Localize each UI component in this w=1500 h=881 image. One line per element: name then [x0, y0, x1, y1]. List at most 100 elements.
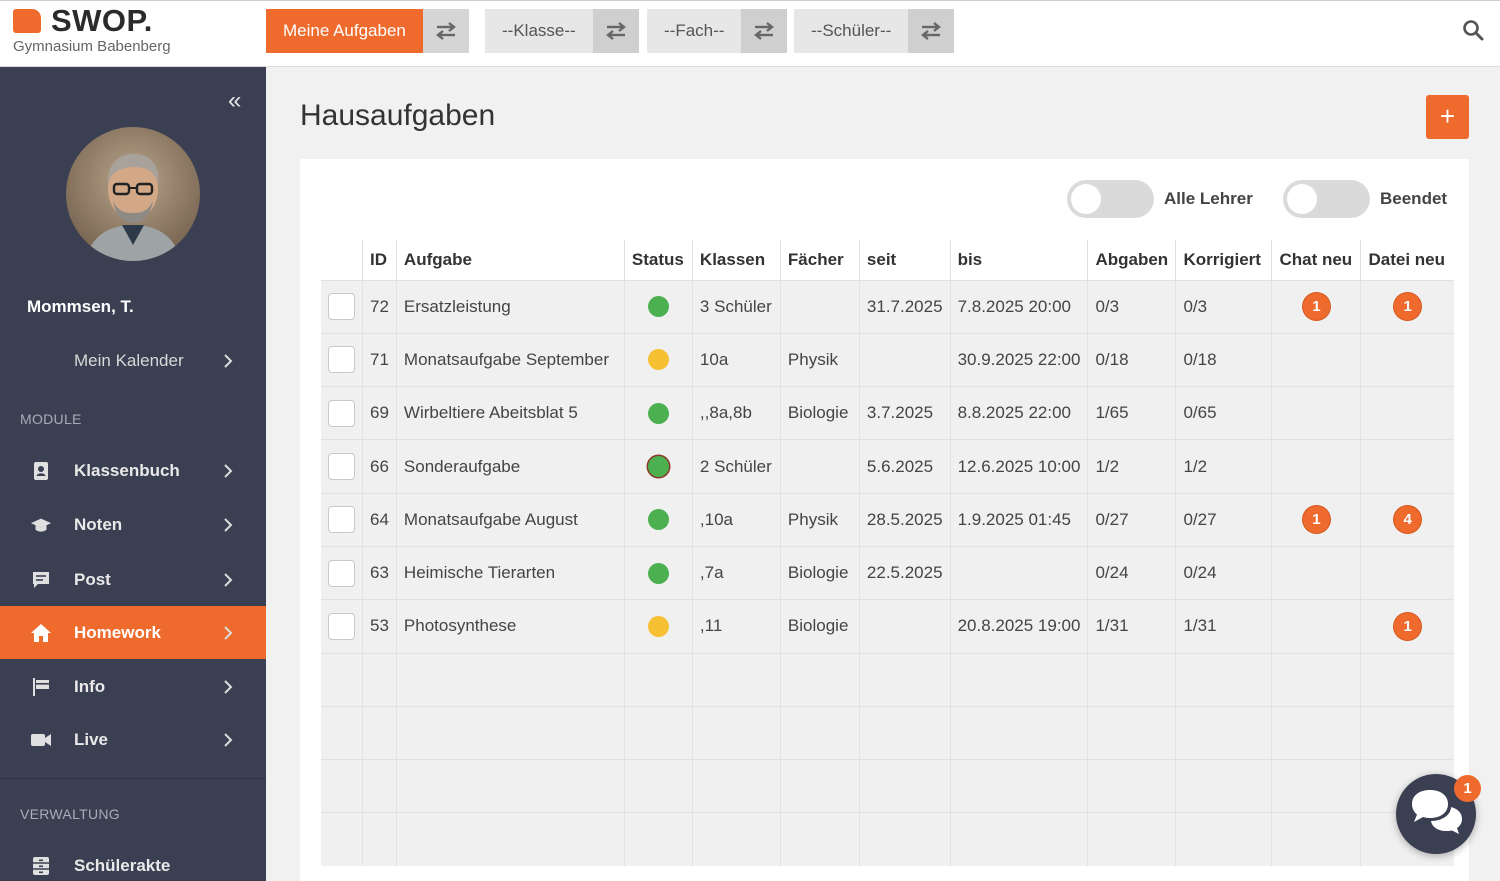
- empty-cell: [362, 706, 397, 760]
- cell-since: 28.5.2025: [858, 493, 951, 547]
- cell-subject: [779, 439, 860, 494]
- column-header[interactable]: Status: [623, 240, 693, 280]
- logo[interactable]: SWOP. Gymnasium Babenberg: [13, 3, 253, 63]
- column-header[interactable]: [321, 240, 363, 280]
- filter-select[interactable]: --Klasse--: [485, 9, 593, 53]
- cell-task[interactable]: Photosynthese: [395, 599, 625, 654]
- file-new-badge[interactable]: 1: [1394, 293, 1422, 321]
- cell-classes: ,11: [691, 599, 781, 654]
- column-header[interactable]: Datei neu: [1360, 240, 1454, 280]
- filter-select[interactable]: --Schüler--: [794, 9, 909, 53]
- cell-task[interactable]: Monatsaufgabe September: [395, 333, 625, 387]
- page-title: Hausaufgaben: [300, 99, 496, 132]
- swap-arrows-icon[interactable]: [741, 9, 788, 53]
- sidebar-item-noten[interactable]: Noten: [0, 498, 266, 551]
- cell-task[interactable]: Heimische Tierarten: [395, 546, 625, 600]
- cell-since: [858, 333, 951, 387]
- toggle-beendet[interactable]: [1283, 180, 1370, 218]
- chevron-right-icon: [222, 623, 234, 643]
- cell-task[interactable]: Sonderaufgabe: [395, 439, 625, 494]
- cell-corrected: 0/24: [1175, 546, 1272, 600]
- select-cell: [321, 386, 363, 440]
- empty-cell: [779, 706, 860, 760]
- table-row[interactable]: 64 Monatsaufgabe August ,10a Physik 28.5.202…: [321, 493, 1454, 547]
- cell-since: 31.7.2025: [858, 280, 951, 334]
- column-header[interactable]: Fächer: [779, 240, 860, 280]
- video-camera-icon: [30, 729, 52, 751]
- table-row[interactable]: 71 Monatsaufgabe September 10a Physik 30.9.2…: [321, 333, 1454, 387]
- cell-task[interactable]: Monatsaufgabe August: [395, 493, 625, 547]
- cell-task[interactable]: Ersatzleistung: [395, 280, 625, 334]
- empty-cell: [1271, 812, 1361, 867]
- school-name: Gymnasium Babenberg: [13, 38, 171, 55]
- cell-submitted: 0/24: [1087, 546, 1176, 600]
- sidebar-item-label: Post: [74, 569, 111, 589]
- column-header[interactable]: bis: [949, 240, 1088, 280]
- column-header[interactable]: Korrigiert: [1175, 240, 1272, 280]
- column-header[interactable]: Klassen: [691, 240, 781, 280]
- file-new-badge[interactable]: 4: [1394, 506, 1422, 534]
- cell-task[interactable]: Wirbeltiere Abeitsblat 5: [395, 386, 625, 440]
- toggle-alle-lehrer[interactable]: [1067, 180, 1154, 218]
- empty-cell: [949, 706, 1088, 760]
- swap-arrows-icon[interactable]: [422, 9, 469, 53]
- select-cell: [321, 439, 363, 494]
- cell-status: [623, 493, 693, 547]
- cell-subject: Biologie: [779, 599, 860, 654]
- row-checkbox[interactable]: [328, 559, 355, 587]
- table-row[interactable]: 66 Sonderaufgabe 2 Schüler 5.6.2025 12.6.202…: [321, 439, 1454, 494]
- sidebar-item-schuelerakte[interactable]: Schülerakte: [0, 839, 266, 881]
- row-checkbox[interactable]: [328, 506, 355, 534]
- sidebar-item-live[interactable]: Live: [0, 713, 266, 766]
- column-header[interactable]: Aufgabe: [395, 240, 625, 280]
- sidebar-item-label: Homework: [74, 622, 161, 642]
- row-checkbox[interactable]: [328, 612, 355, 640]
- chat-new-badge[interactable]: 1: [1302, 506, 1330, 534]
- add-homework-button[interactable]: +: [1426, 95, 1469, 139]
- empty-cell: [1087, 812, 1176, 867]
- empty-cell: [623, 653, 693, 707]
- column-header[interactable]: Abgaben: [1087, 240, 1176, 280]
- sidebar-item-post[interactable]: Post: [0, 553, 266, 606]
- sidebar-item-klassenbuch[interactable]: Klassenbuch: [0, 444, 266, 497]
- graduation-cap-icon: [30, 514, 52, 536]
- chevron-right-icon: [222, 730, 234, 750]
- status-indicator: [647, 402, 669, 424]
- row-checkbox[interactable]: [328, 453, 355, 481]
- filter-select[interactable]: Meine Aufgaben: [266, 9, 423, 53]
- column-header[interactable]: Chat neu: [1271, 240, 1361, 280]
- cell-since: 5.6.2025: [858, 439, 951, 494]
- table-row[interactable]: 72 Ersatzleistung 3 Schüler 31.7.2025 7.8.20…: [321, 280, 1454, 334]
- section-label-verwaltung: VERWALTUNG: [20, 806, 120, 822]
- row-checkbox[interactable]: [328, 346, 355, 374]
- swap-arrows-icon[interactable]: [908, 9, 955, 53]
- cell-until: [949, 546, 1088, 600]
- empty-cell: [362, 812, 397, 867]
- chat-new-badge[interactable]: 1: [1302, 293, 1330, 321]
- swap-arrows-icon[interactable]: [592, 9, 639, 53]
- top-bar: SWOP. Gymnasium Babenberg Meine Aufgaben…: [0, 0, 1500, 67]
- search-icon[interactable]: [1462, 19, 1484, 41]
- column-header[interactable]: seit: [858, 240, 951, 280]
- sidebar-item-info[interactable]: Info: [0, 660, 266, 713]
- empty-cell: [395, 706, 625, 760]
- table-row[interactable]: 69 Wirbeltiere Abeitsblat 5 ,,8a,8b Biologi…: [321, 386, 1454, 440]
- cell-status: [623, 333, 693, 387]
- filter-select[interactable]: --Fach--: [647, 9, 742, 53]
- select-cell: [321, 333, 363, 387]
- filter-selector: --Schüler--: [794, 9, 955, 53]
- user-name[interactable]: Mommsen, T.: [27, 297, 134, 317]
- sidebar-item-homework[interactable]: Homework: [0, 606, 266, 659]
- sidebar-item-calendar[interactable]: Mein Kalender: [0, 334, 266, 387]
- column-header[interactable]: ID: [362, 240, 397, 280]
- empty-cell: [321, 759, 363, 813]
- row-checkbox[interactable]: [328, 399, 355, 427]
- table-row[interactable]: 63 Heimische Tierarten ,7a Biologie 22.5.202…: [321, 546, 1454, 600]
- toggle-label-alle-lehrer: Alle Lehrer: [1164, 189, 1253, 208]
- file-new-badge[interactable]: 1: [1394, 612, 1422, 640]
- table-row[interactable]: 53 Photosynthese ,11 Biologie 20.8.2025 19:0…: [321, 599, 1454, 654]
- collapse-sidebar-icon[interactable]: «: [228, 89, 241, 113]
- row-checkbox[interactable]: [328, 293, 355, 321]
- empty-table-row: [321, 812, 1454, 867]
- empty-cell: [1271, 759, 1361, 813]
